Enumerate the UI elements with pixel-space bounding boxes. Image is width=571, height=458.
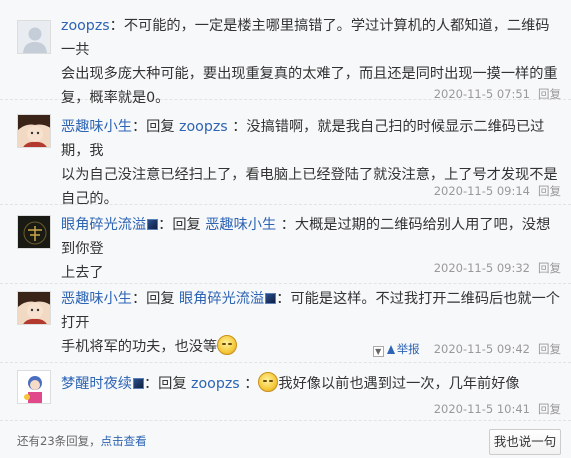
- view-more-link[interactable]: 点击查看: [101, 434, 147, 448]
- reply-text: 上去了: [61, 265, 104, 281]
- reply-prefix: ：回复: [131, 119, 175, 135]
- reply-meta: ▼ 举报 2020-11-5 09:42 回复: [372, 341, 561, 357]
- timestamp: 2020-11-5 09:32: [433, 261, 530, 275]
- reply-button[interactable]: 回复: [538, 342, 561, 356]
- reply-prefix: ：回复: [143, 376, 187, 392]
- username-link[interactable]: zoopzs: [61, 18, 110, 34]
- reply-text: ：不可能的，一定是楼主哪里搞错了。学过计算机的人都知道，二维码一共: [61, 18, 550, 58]
- list-item: 梦醒时夜续 ：回复 zoopzs ： 我好像以前也遇到过一次，几年前好像 2020-…: [0, 364, 571, 421]
- timestamp: 2020-11-5 07:51: [433, 87, 530, 101]
- report-icon: [386, 345, 395, 354]
- timestamp: 2020-11-5 09:42: [433, 342, 530, 356]
- write-reply-button[interactable]: 我也说一句: [489, 429, 561, 455]
- timestamp: 2020-11-5 10:41: [433, 402, 530, 416]
- reply-text: ：: [244, 376, 259, 392]
- more-replies-count: 还有23条回复，: [17, 434, 101, 448]
- username-link[interactable]: 恶趣味小生: [61, 291, 132, 307]
- reply-text: 手机将军的功夫，也没等: [61, 339, 218, 355]
- reply-prefix: ：回复: [158, 217, 201, 233]
- member-badge-icon: [132, 378, 144, 389]
- reply-button[interactable]: 回复: [538, 87, 561, 101]
- smiley-emoji-icon: [258, 372, 279, 392]
- reply-button[interactable]: 回复: [538, 261, 561, 275]
- reply-button[interactable]: 回复: [538, 402, 561, 416]
- cartoon-avatar-icon[interactable]: [17, 370, 51, 404]
- reply-meta: 2020-11-5 09:32 回复: [434, 260, 561, 276]
- reply-footer: 还有23条回复，点击查看 我也说一句: [0, 425, 571, 458]
- reply-meta: 2020-11-5 10:41 回复: [434, 401, 561, 417]
- reply-prefix: ：回复: [131, 291, 175, 307]
- dark-avatar-icon[interactable]: [17, 215, 51, 249]
- reply-target-link[interactable]: zoopzs: [179, 119, 228, 135]
- list-item: zoopzs：不可能的，一定是楼主哪里搞错了。学过计算机的人都知道，二维码一共 …: [0, 0, 571, 106]
- reply-text: 我好像以前也遇到过一次，几年前好像: [278, 376, 520, 392]
- username-link[interactable]: 恶趣味小生: [61, 119, 132, 135]
- reply-meta: 2020-11-5 07:51 回复: [434, 86, 561, 102]
- reply-text: 以为自己没注意已经扫上了，看电脑上已经登陆了就没注意，上了号才发现不是: [61, 167, 558, 183]
- list-item: 恶趣味小生：回复 眼角碎光流溢 ：可能是这样。不过我打开二维码后也就一个打开 手机…: [0, 285, 571, 363]
- member-badge-icon: [147, 219, 159, 230]
- smiley-emoji-icon: [217, 335, 238, 355]
- anime-avatar-icon[interactable]: [17, 291, 51, 325]
- anime-avatar-icon[interactable]: [17, 114, 51, 148]
- username-link[interactable]: 梦醒时夜续: [61, 376, 132, 392]
- reply-text: 会出现多庞大种可能，要出现重复真的太难了，而且还是同时出现一摸一样的重: [61, 66, 558, 82]
- reply-button[interactable]: 回复: [538, 184, 561, 198]
- list-item: 恶趣味小生：回复 zoopzs ：没搞错啊，就是我自己扫的时候显示二维码已过期，…: [0, 101, 571, 207]
- report-label: 举报: [396, 342, 420, 356]
- reply-target-link[interactable]: zoopzs: [191, 376, 240, 392]
- reply-target-link[interactable]: 恶趣味小生: [205, 217, 276, 233]
- timestamp: 2020-11-5 09:14: [433, 184, 530, 198]
- reply-text: 自己的。: [61, 191, 118, 207]
- list-item: 眼角碎光流溢 ：回复 恶趣味小生 ：大概是过期的二维码给别人用了吧，没想到你登 上…: [0, 206, 571, 284]
- member-badge-icon: [265, 293, 277, 304]
- username-link[interactable]: 眼角碎光流溢: [61, 217, 146, 233]
- default-avatar-icon[interactable]: [17, 20, 51, 54]
- reply-target-link[interactable]: 眼角碎光流溢: [179, 291, 264, 307]
- reply-content: 梦醒时夜续 ：回复 zoopzs ： 我好像以前也遇到过一次，几年前好像: [61, 372, 561, 396]
- chevron-down-icon[interactable]: ▼: [372, 346, 384, 357]
- reply-meta: 2020-11-5 09:14 回复: [434, 183, 561, 199]
- more-replies-text: 还有23条回复，点击查看: [17, 433, 147, 449]
- report-button[interactable]: 举报: [386, 342, 420, 356]
